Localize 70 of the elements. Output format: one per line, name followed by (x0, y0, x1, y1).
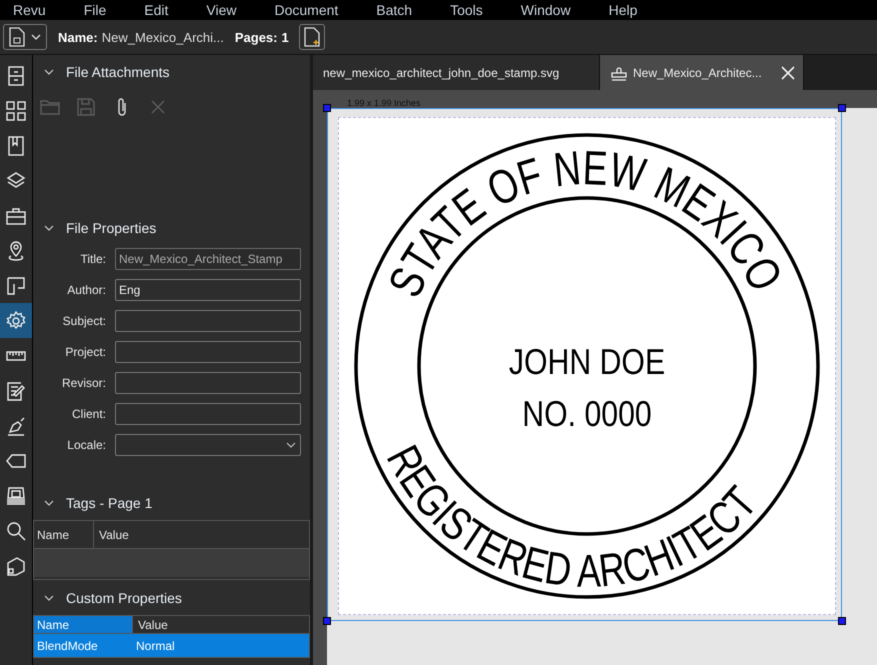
cabinet-icon (6, 66, 26, 86)
bookmark-icon (6, 136, 26, 156)
document-tab[interactable]: new_mexico_architect_john_doe_stamp.svg (313, 55, 600, 90)
size-label: 1.99 x 1.99 Inches (347, 98, 421, 108)
polygon-icon (6, 556, 26, 576)
input-field[interactable]: Eng (115, 279, 301, 301)
section-title: File Attachments (66, 64, 170, 80)
menu-item[interactable]: View (206, 2, 236, 18)
field-label: Locale: (66, 438, 106, 452)
field-label: Subject: (62, 314, 106, 328)
column-header[interactable]: Name (34, 616, 133, 633)
menu-item[interactable]: Edit (144, 2, 168, 18)
document-menu-button[interactable] (3, 24, 47, 50)
section-title: Custom Properties (66, 590, 182, 606)
column-header[interactable]: Value (133, 616, 309, 633)
file-name: New_Mexico_Archi... (102, 30, 224, 44)
layers-icon (6, 170, 26, 190)
input-field[interactable] (115, 403, 301, 425)
field-label: Revisor: (60, 376, 106, 390)
chevron-icon[interactable] (44, 500, 54, 506)
menu-item[interactable]: File (84, 2, 106, 18)
menu-item[interactable]: Window (520, 2, 571, 18)
chevron-icon[interactable] (44, 69, 54, 75)
menu-item[interactable]: Revu (13, 2, 46, 18)
close-icon[interactable] (780, 66, 795, 80)
input-field[interactable] (115, 341, 301, 363)
resize-handle[interactable] (838, 617, 846, 625)
scanner-icon (6, 486, 26, 506)
table-cell-text: BlendMode (36, 638, 99, 652)
chevron-icon (31, 34, 41, 40)
pages-count: 1 (282, 30, 289, 44)
section-title: Tags - Page 1 (66, 495, 152, 511)
grid-icon (6, 100, 26, 120)
chevron-icon[interactable] (44, 225, 54, 231)
section-title: File Properties (66, 220, 156, 236)
form-icon (6, 380, 26, 400)
input-field[interactable] (115, 310, 301, 332)
column-header[interactable]: Value (94, 521, 309, 548)
document-icon (9, 27, 25, 47)
new-page-button[interactable] (298, 24, 325, 50)
field-label: Project: (64, 345, 106, 359)
name-label: Name: (58, 30, 98, 44)
input-field[interactable] (115, 372, 301, 394)
table-row[interactable]: BlendMode Normal (34, 634, 309, 657)
new-page-icon (304, 27, 320, 47)
pin-icon (6, 240, 26, 260)
save-icon (76, 97, 96, 117)
search-icon (6, 520, 26, 540)
field-label: Title: (79, 252, 106, 266)
chevron-icon (286, 442, 296, 448)
menu-item[interactable]: Batch (376, 2, 412, 18)
chevron-icon[interactable] (44, 595, 54, 601)
resize-handle[interactable] (323, 617, 331, 625)
dropdown-field[interactable] (115, 434, 301, 456)
menu-item[interactable]: Tools (450, 2, 483, 18)
field-label: Author: (66, 283, 106, 297)
pen-icon (6, 416, 26, 436)
gear-icon (6, 310, 26, 330)
menu-item[interactable]: Help (608, 2, 638, 18)
table-cell-text: Normal (135, 638, 176, 652)
resize-handle[interactable] (838, 104, 846, 112)
pages-label: Pages: (234, 30, 278, 44)
floorplan-icon (6, 276, 26, 296)
sidebar-tab[interactable] (0, 303, 32, 338)
column-header[interactable]: Name (34, 521, 94, 548)
document-tab[interactable]: New_Mexico_Architec... (600, 55, 804, 90)
toolbox-icon (6, 206, 26, 226)
menu-item[interactable]: Document (274, 2, 338, 18)
field-label: Client: (70, 407, 106, 421)
resize-handle[interactable] (323, 104, 331, 112)
